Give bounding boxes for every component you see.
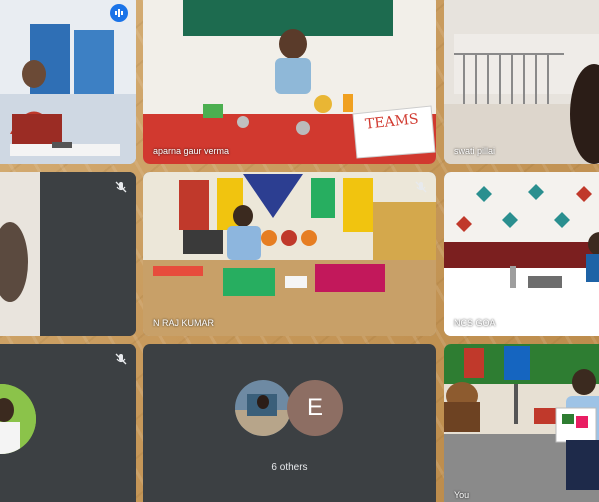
speaking-indicator (110, 4, 128, 22)
participant-tile-swati[interactable]: swati pillai (444, 0, 599, 164)
participant-tile-host[interactable] (0, 0, 136, 164)
host-video (0, 0, 136, 164)
participant-name: You (454, 490, 470, 500)
participant-tile-muted-bottom[interactable] (0, 344, 136, 502)
participant-tile-ncs-goa[interactable]: NCS GOA (444, 172, 599, 336)
participant-video (143, 172, 436, 336)
participant-tile-n-raj-kumar[interactable]: N RAJ KUMAR (143, 172, 436, 336)
participant-video (0, 172, 136, 336)
participant-video (143, 0, 436, 164)
participant-name: N RAJ KUMAR (153, 318, 215, 328)
participant-video (444, 172, 599, 336)
others-tile[interactable]: E 6 others (143, 344, 436, 502)
participant-name: swati pillai (454, 146, 496, 156)
others-avatar-initial: E (287, 380, 343, 436)
self-video (444, 344, 599, 502)
audio-bars-icon (115, 9, 123, 17)
others-avatar-photo (235, 380, 291, 436)
others-count-label: 6 others (271, 462, 308, 473)
mic-off-icon (115, 181, 127, 193)
mic-off-icon (415, 181, 427, 193)
mic-off-icon (115, 353, 127, 365)
participant-video (444, 0, 599, 164)
participant-tile-muted-left[interactable] (0, 172, 136, 336)
participant-tile-aparna[interactable]: TEAMS aparna gaur verma (143, 0, 436, 164)
participant-name: aparna gaur verma (153, 146, 230, 156)
participant-tile-you[interactable]: You (444, 344, 599, 502)
participant-name: NCS GOA (454, 318, 496, 328)
